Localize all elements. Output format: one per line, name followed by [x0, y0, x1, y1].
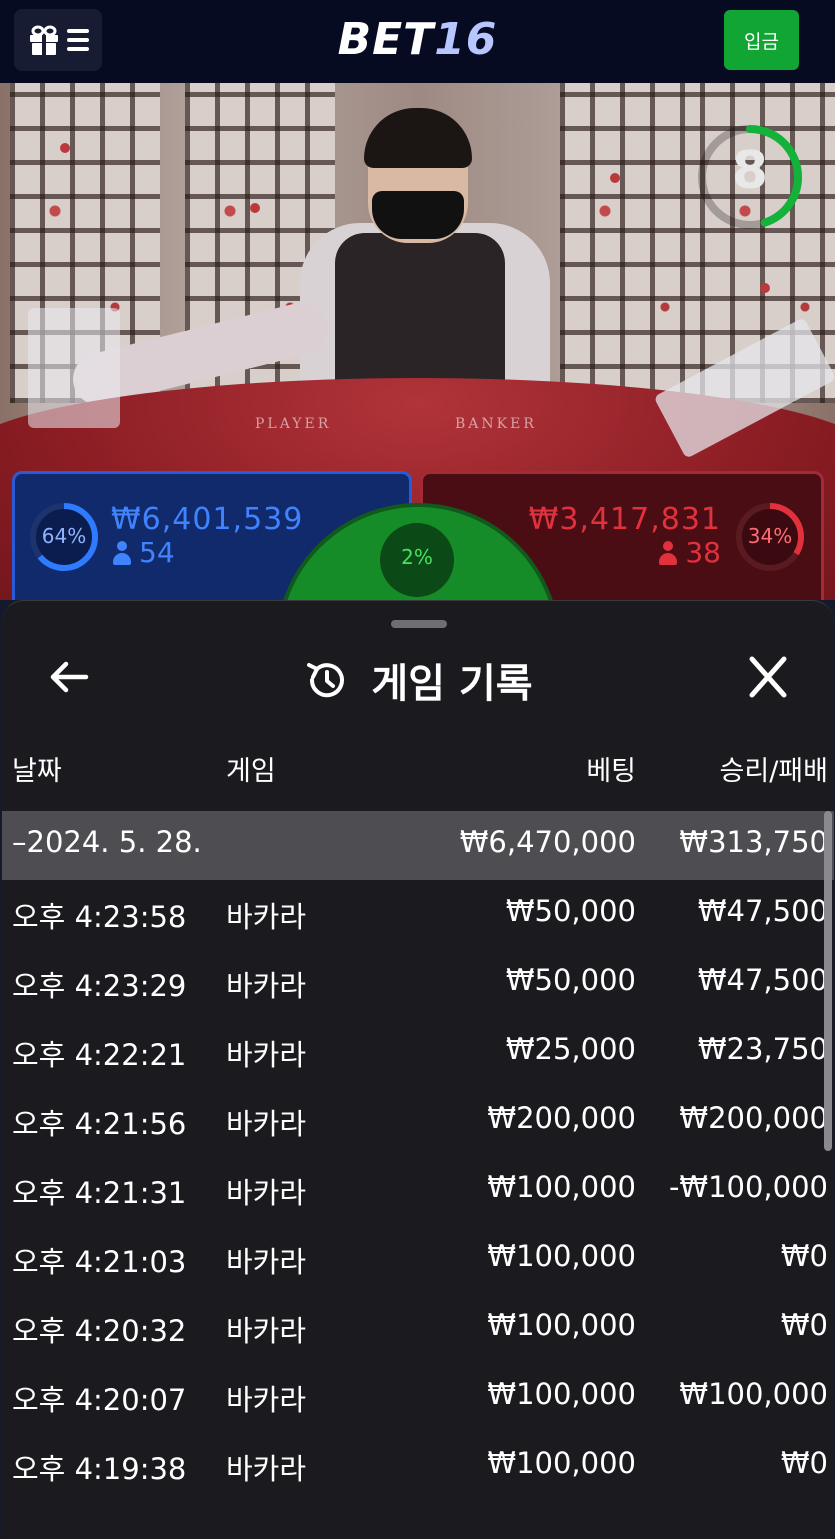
- row-bet: ₩200,000: [487, 1101, 636, 1135]
- row-game: 바카라: [226, 1038, 307, 1072]
- scrollbar[interactable]: [824, 811, 832, 1151]
- history-table-header: 날짜 게임 베팅 승리/패배: [2, 749, 834, 799]
- row-result: ₩47,500: [697, 963, 828, 997]
- banker-percent-ring: 34%: [733, 500, 807, 574]
- close-icon: [749, 656, 787, 698]
- player-bettor-count: 54: [113, 536, 175, 569]
- row-bet: ₩100,000: [487, 1446, 636, 1480]
- row-result: ₩0: [780, 1308, 828, 1342]
- group-total-bet: ₩6,470,000: [459, 825, 636, 859]
- history-row[interactable]: 오후 4:20:32 바카라 ₩100,000 ₩0: [2, 1294, 834, 1363]
- row-time: 오후 4:23:29: [12, 969, 187, 1003]
- row-time: 오후 4:19:38: [12, 1452, 187, 1486]
- tie-percent-ring: 2%: [380, 523, 454, 597]
- row-result: ₩100,000: [679, 1377, 828, 1411]
- person-icon: [659, 540, 678, 565]
- column-result[interactable]: 승리/패배: [720, 749, 828, 788]
- column-game[interactable]: 게임: [226, 749, 276, 788]
- column-bet[interactable]: 베팅: [586, 749, 636, 788]
- row-bet: ₩50,000: [505, 894, 636, 928]
- history-row[interactable]: 오후 4:21:03 바카라 ₩100,000 ₩0: [2, 1225, 834, 1294]
- history-row[interactable]: 오후 4:23:58 바카라 ₩50,000 ₩47,500: [2, 880, 834, 949]
- person-icon: [113, 540, 131, 565]
- row-time: 오후 4:21:03: [12, 1245, 187, 1279]
- drag-handle[interactable]: [391, 620, 447, 628]
- row-result: ₩200,000: [679, 1101, 828, 1135]
- row-result: ₩23,750: [697, 1032, 828, 1066]
- row-bet: ₩50,000: [505, 963, 636, 997]
- history-row[interactable]: 오후 4:22:21 바카라 ₩25,000 ₩23,750: [2, 1018, 834, 1087]
- history-row[interactable]: 오후 4:19:38 바카라 ₩100,000 ₩0: [2, 1432, 834, 1501]
- sheet-title: 게임 기록: [371, 661, 533, 707]
- tie-percent: 2%: [401, 545, 433, 569]
- row-bet: ₩25,000: [505, 1032, 636, 1066]
- row-game: 바카라: [226, 900, 307, 934]
- history-row[interactable]: 오후 4:20:07 바카라 ₩100,000 ₩100,000: [2, 1363, 834, 1432]
- banker-bettor-count: 38: [659, 536, 721, 569]
- banker-bet-amount: ₩3,417,831: [528, 502, 721, 537]
- top-bar: BET16 입금: [0, 0, 835, 83]
- row-time: 오후 4:23:58: [12, 900, 187, 934]
- row-result: ₩0: [780, 1446, 828, 1480]
- live-video: PLAYER BANKER 8 64% ₩6,401,539 54 ₩3,417…: [0, 83, 835, 603]
- history-row[interactable]: 오후 4:21:56 바카라 ₩200,000 ₩200,000: [2, 1087, 834, 1156]
- banker-percent: 34%: [747, 524, 793, 548]
- row-result: -₩100,000: [668, 1170, 828, 1204]
- row-game: 바카라: [226, 1245, 307, 1279]
- row-game: 바카라: [226, 1314, 307, 1348]
- row-time: 오후 4:20:32: [12, 1314, 187, 1348]
- countdown-value: 8: [731, 141, 769, 201]
- player-bet-amount: ₩6,401,539: [111, 502, 304, 537]
- row-bet: ₩100,000: [487, 1239, 636, 1273]
- row-game: 바카라: [226, 1452, 307, 1486]
- date-group-row[interactable]: –2024. 5. 28. ₩6,470,000 ₩313,750: [2, 811, 834, 880]
- row-time: 오후 4:21:31: [12, 1176, 187, 1210]
- row-time: 오후 4:21:56: [12, 1107, 187, 1141]
- group-date: –2024. 5. 28.: [12, 825, 202, 859]
- row-game: 바카라: [226, 1107, 307, 1141]
- deposit-button[interactable]: 입금: [724, 10, 799, 70]
- table-label-banker: BANKER: [455, 416, 537, 432]
- group-total-result: ₩313,750: [679, 825, 828, 859]
- player-percent: 64%: [41, 524, 87, 548]
- countdown-timer: 8: [692, 119, 808, 235]
- row-result: ₩0: [780, 1239, 828, 1273]
- player-percent-ring: 64%: [27, 500, 101, 574]
- row-bet: ₩100,000: [487, 1377, 636, 1411]
- row-result: ₩47,500: [697, 894, 828, 928]
- column-date[interactable]: 날짜: [12, 749, 62, 788]
- table-label-player: PLAYER: [255, 416, 332, 432]
- game-history-sheet: 게임 기록 날짜 게임 베팅 승리/패배 –2024. 5. 28. ₩6,47…: [2, 600, 834, 1539]
- row-game: 바카라: [226, 1383, 307, 1417]
- row-time: 오후 4:22:21: [12, 1038, 187, 1072]
- history-row[interactable]: 오후 4:23:29 바카라 ₩50,000 ₩47,500: [2, 949, 834, 1018]
- row-bet: ₩100,000: [487, 1308, 636, 1342]
- row-game: 바카라: [226, 969, 307, 1003]
- brand-logo[interactable]: BET16: [0, 14, 835, 65]
- row-bet: ₩100,000: [487, 1170, 636, 1204]
- history-table: –2024. 5. 28. ₩6,470,000 ₩313,750 오후 4:2…: [2, 811, 834, 1501]
- row-time: 오후 4:20:07: [12, 1383, 187, 1417]
- sheet-header: 게임 기록: [2, 651, 834, 709]
- close-button[interactable]: [744, 655, 792, 699]
- history-icon: [303, 657, 349, 703]
- row-game: 바카라: [226, 1176, 307, 1210]
- history-row[interactable]: 오후 4:21:31 바카라 ₩100,000 -₩100,000: [2, 1156, 834, 1225]
